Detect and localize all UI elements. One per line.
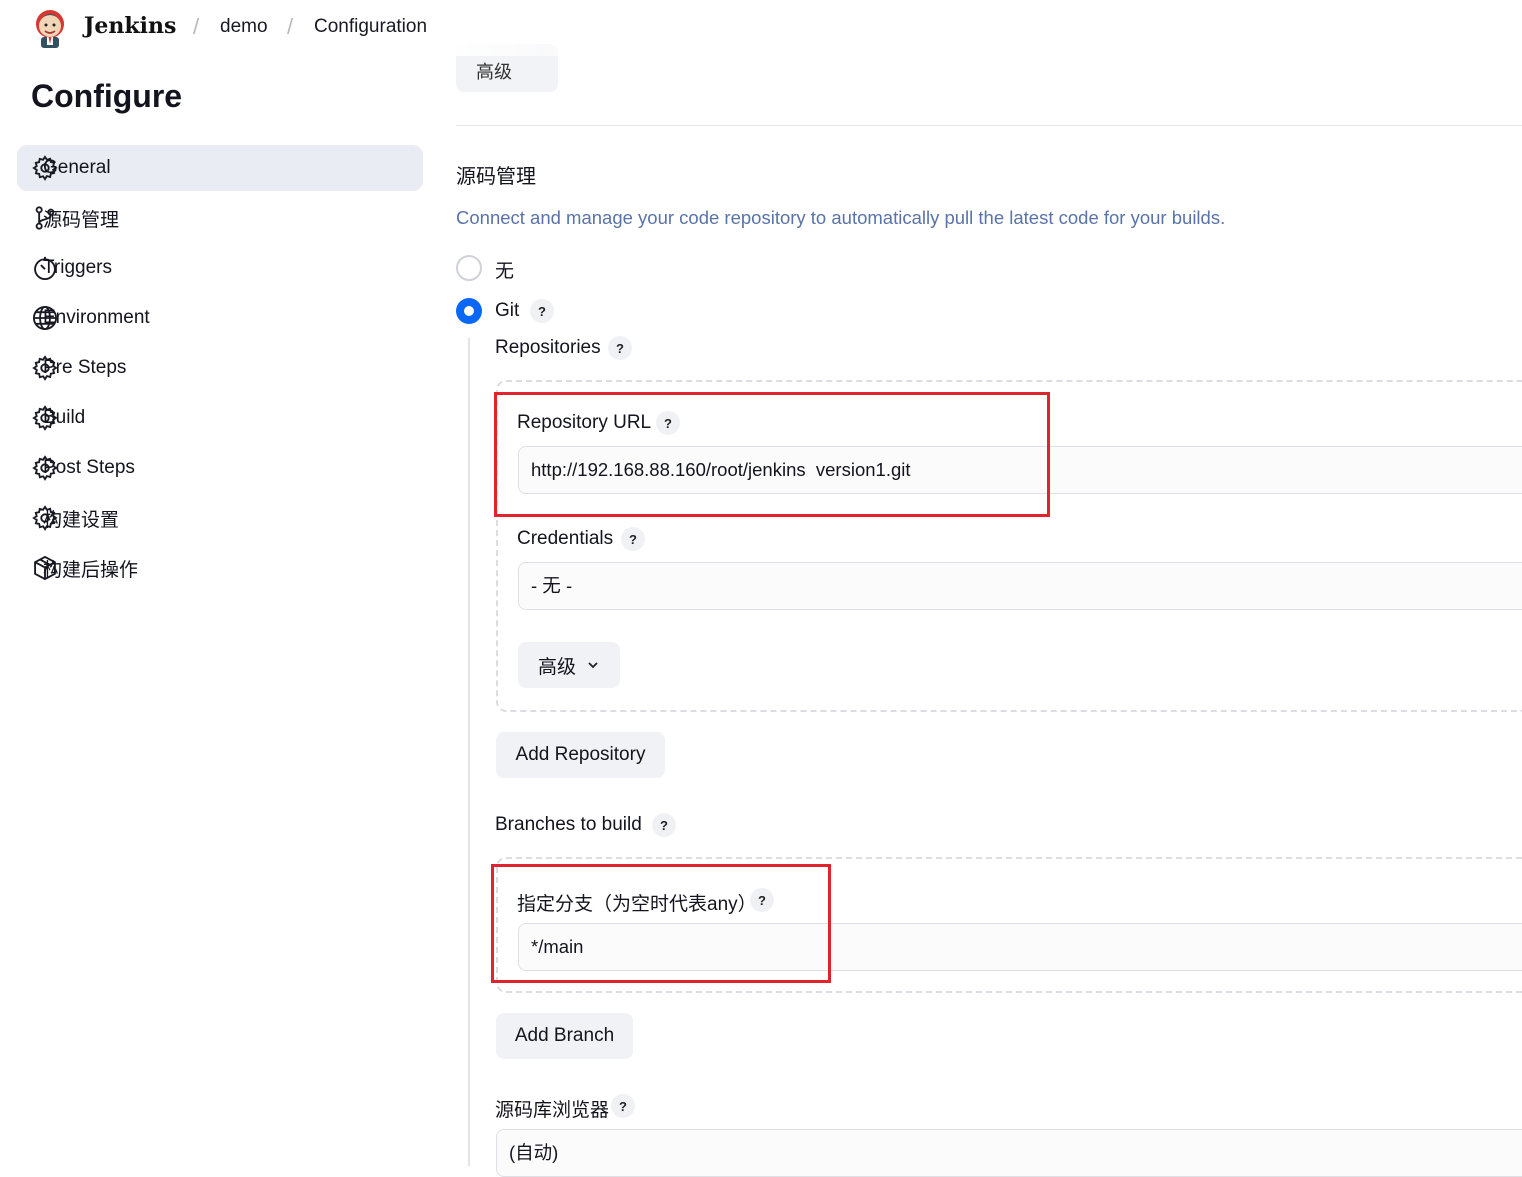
credentials-label: Credentials bbox=[517, 528, 614, 549]
git-options-indent-line bbox=[468, 338, 470, 1166]
sidebar-item-scm[interactable]: 源码管理 bbox=[17, 195, 423, 241]
jenkins-logo-icon[interactable] bbox=[32, 6, 68, 50]
sidebar-item-post-build-actions[interactable]: 构建后操作 bbox=[17, 545, 423, 591]
sidebar-item-label: Build bbox=[43, 407, 86, 428]
add-branch-label: Add Branch bbox=[514, 1025, 615, 1046]
breadcrumb-separator: / bbox=[193, 14, 200, 39]
git-help-icon[interactable]: ? bbox=[530, 299, 554, 323]
breadcrumb-separator: / bbox=[287, 14, 294, 39]
breadcrumb-demo[interactable]: demo bbox=[220, 16, 268, 38]
repo-browser-label: 源码库浏览器 bbox=[495, 1100, 610, 1121]
credentials-select[interactable]: - 无 - bbox=[518, 562, 1522, 610]
branches-help-icon[interactable]: ? bbox=[652, 813, 676, 837]
sidebar-item-label: 构建后操作 bbox=[43, 559, 139, 581]
add-repository-label: Add Repository bbox=[515, 744, 646, 765]
sidebar-item-build[interactable]: Build bbox=[17, 395, 423, 441]
sidebar-item-label: 构建设置 bbox=[43, 509, 120, 531]
advanced-button-label: 高级 bbox=[537, 656, 576, 678]
sidebar-item-label: General bbox=[43, 157, 111, 178]
scm-section-description: Connect and manage your code repository … bbox=[456, 207, 1226, 228]
sidebar-item-label: Pre Steps bbox=[43, 357, 127, 378]
sidebar-item-post-steps[interactable]: Post Steps bbox=[17, 445, 423, 491]
repo-browser-help-icon[interactable]: ? bbox=[611, 1094, 635, 1118]
sidebar-item-label: Triggers bbox=[43, 257, 112, 278]
brand-name[interactable]: Jenkins bbox=[84, 13, 176, 39]
branches-to-build-label: Branches to build bbox=[495, 814, 642, 835]
scm-radio-git-label[interactable]: Git bbox=[495, 300, 519, 322]
advanced-button-label: 高级 bbox=[476, 62, 512, 82]
scm-radio-none[interactable] bbox=[456, 255, 482, 281]
highlight-repository-url bbox=[494, 392, 1050, 517]
sidebar-item-label: Post Steps bbox=[43, 457, 135, 478]
advanced-button[interactable]: 高级 bbox=[518, 642, 620, 688]
scm-radio-none-label[interactable]: 无 bbox=[495, 256, 514, 283]
top-header: Jenkins / demo / Configuration bbox=[0, 0, 720, 56]
repositories-help-icon[interactable]: ? bbox=[608, 336, 632, 360]
sidebar-item-environment[interactable]: Environment bbox=[17, 295, 423, 341]
sidebar-item-build-settings[interactable]: 构建设置 bbox=[17, 495, 423, 541]
sidebar-item-triggers[interactable]: Triggers bbox=[17, 245, 423, 291]
page-title: Configure bbox=[31, 78, 183, 114]
section-divider bbox=[456, 125, 1522, 126]
sidebar-item-general[interactable]: General bbox=[17, 145, 423, 191]
highlight-branch-specifier bbox=[491, 864, 831, 983]
chevron-down-icon bbox=[588, 662, 598, 669]
breadcrumb-configuration[interactable]: Configuration bbox=[314, 16, 427, 38]
repositories-label: Repositories bbox=[495, 337, 601, 358]
sidebar-item-label: Environment bbox=[43, 307, 150, 328]
scm-radio-git[interactable] bbox=[456, 298, 482, 324]
add-branch-button[interactable]: Add Branch bbox=[496, 1013, 633, 1059]
sidebar-item-label: 源码管理 bbox=[43, 209, 120, 231]
sidebar-item-pre-steps[interactable]: Pre Steps bbox=[17, 345, 423, 391]
add-repository-button[interactable]: Add Repository bbox=[496, 732, 665, 778]
scm-section-title: 源码管理 bbox=[456, 166, 536, 188]
credentials-help-icon[interactable]: ? bbox=[621, 527, 645, 551]
repo-browser-select[interactable]: (自动) bbox=[496, 1129, 1522, 1177]
